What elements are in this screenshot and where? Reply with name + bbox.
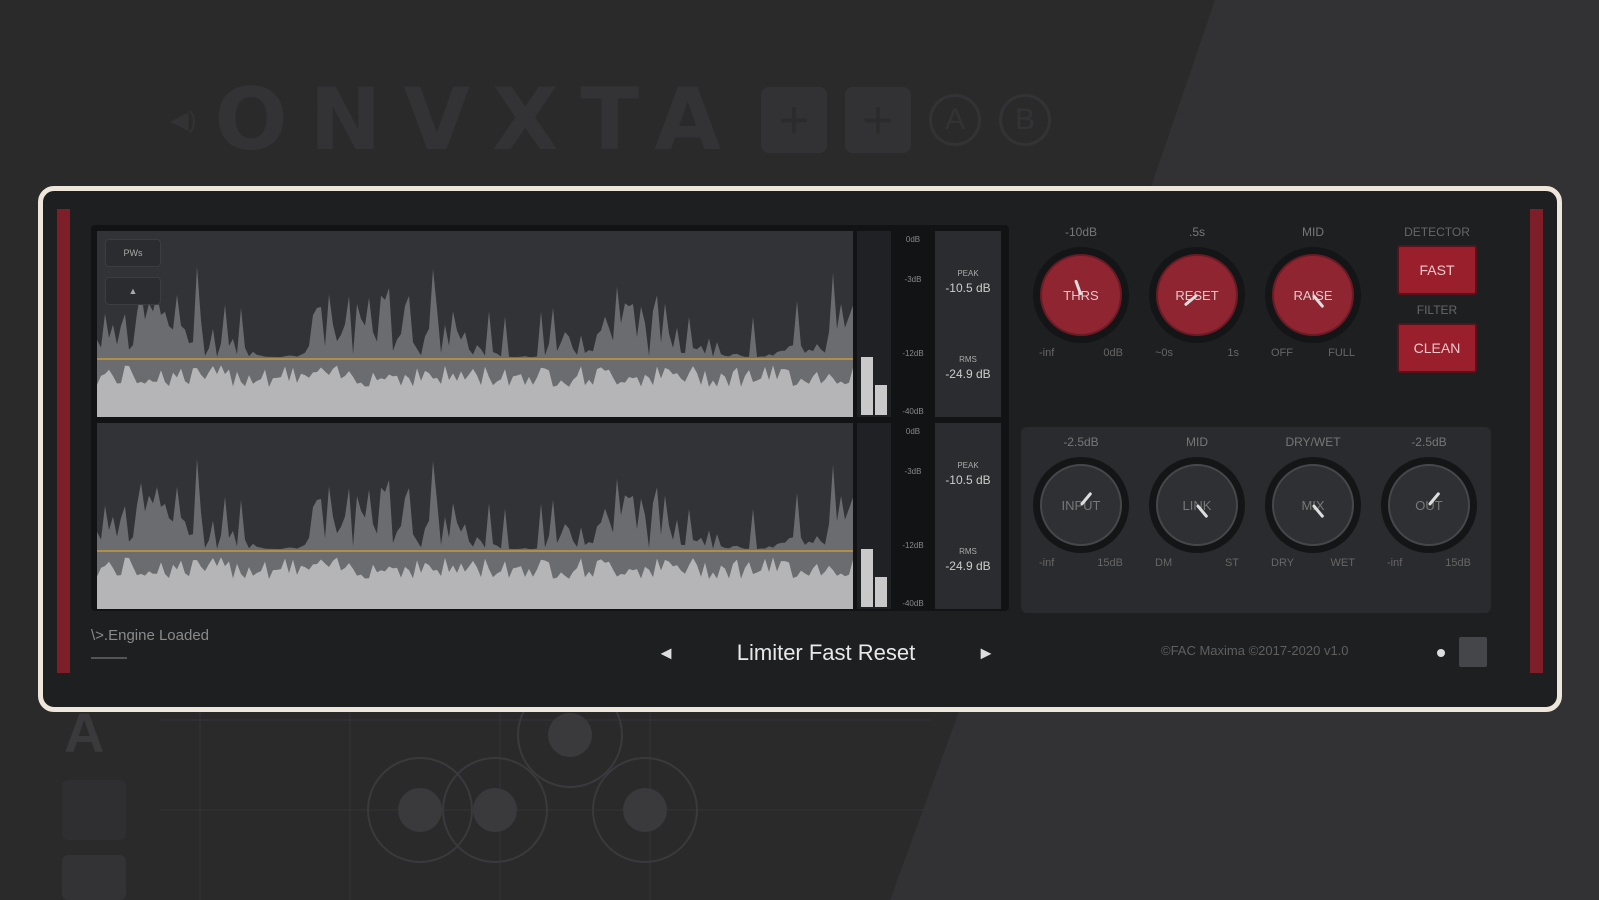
preset-a-circle: A xyxy=(928,94,981,146)
speaker-icon: ◀) xyxy=(170,106,197,134)
status-dot xyxy=(1437,649,1445,657)
mix-knob-group: DRY/WET MIX DRYWET xyxy=(1261,435,1365,569)
waveform-left xyxy=(97,231,853,417)
image-button[interactable]: ▲ xyxy=(105,277,161,305)
link-knob[interactable]: LINK xyxy=(1149,457,1245,553)
raise-knob[interactable]: RAISE xyxy=(1265,247,1361,343)
prev-preset-button[interactable]: ◄ xyxy=(651,643,681,664)
preset-name[interactable]: Limiter Fast Reset xyxy=(737,640,916,666)
channel-left: 0dB -3dB -12dB -40dB PEAK -10.5 dB RMS -24… xyxy=(97,231,1001,417)
reset-knob-group: .5s RESET ~0s1s xyxy=(1145,225,1249,359)
bottom-knob-panel: -2.5dB INPUT -inf15dB MID LINK DMST DRY/… xyxy=(1021,427,1491,613)
waveform-display: 0dB -3dB -12dB -40dB PEAK -10.5 dB RMS -24… xyxy=(91,225,1009,611)
input-knob[interactable]: INPUT xyxy=(1033,457,1129,553)
thrs-knob[interactable]: THRS xyxy=(1033,247,1129,343)
left-rail xyxy=(57,209,70,673)
level-readout: PEAK -10.5 dB RMS -24.9 dB xyxy=(935,423,1001,609)
waveform-right xyxy=(97,423,853,609)
status-underline xyxy=(91,657,127,659)
plus-box: + xyxy=(760,87,827,153)
vu-meter-left xyxy=(857,231,891,417)
version-text: ©FAC Maxima ©2017-2020 v1.0 xyxy=(1161,643,1349,658)
link-knob-group: MID LINK DMST xyxy=(1145,435,1249,569)
detector-group: DETECTOR FAST FILTER CLEAN xyxy=(1391,225,1483,373)
filter-clean-button[interactable]: CLEAN xyxy=(1397,323,1477,373)
detector-fast-button[interactable]: FAST xyxy=(1397,245,1477,295)
next-preset-button[interactable]: ► xyxy=(971,643,1001,664)
right-rail xyxy=(1530,209,1543,673)
thrs-knob-group: -10dB THRS -inf 0dB xyxy=(1029,225,1133,359)
plus-box-2: + xyxy=(844,87,911,153)
raise-knob-group: MID RAISE OFFFULL xyxy=(1261,225,1365,359)
resize-handle[interactable] xyxy=(1459,637,1487,667)
out-knob-group: -2.5dB OUT -inf15dB xyxy=(1377,435,1481,569)
input-knob-group: -2.5dB INPUT -inf15dB xyxy=(1029,435,1133,569)
logo-text: ONVXTA xyxy=(214,70,743,170)
preset-b-circle: B xyxy=(998,94,1051,146)
background-logo: ◀) ONVXTA + + A B xyxy=(170,70,1051,170)
preset-selector: ◄ Limiter Fast Reset ► xyxy=(651,635,1001,671)
plugin-window: 0dB -3dB -12dB -40dB PEAK -10.5 dB RMS -24… xyxy=(38,186,1562,712)
channel-right: 0dB -3dB -12dB -40dB PEAK -10.5 dB RMS -24… xyxy=(97,423,1001,609)
out-knob[interactable]: OUT xyxy=(1381,457,1477,553)
vu-meter-right xyxy=(857,423,891,609)
level-readout: PEAK -10.5 dB RMS -24.9 dB xyxy=(935,231,1001,417)
status-text: \>.Engine Loaded xyxy=(91,627,210,644)
mix-knob[interactable]: MIX xyxy=(1265,457,1361,553)
reset-knob[interactable]: RESET xyxy=(1149,247,1245,343)
level-scale: 0dB -3dB -12dB -40dB xyxy=(902,235,924,416)
level-scale: 0dB -3dB -12dB -40dB xyxy=(902,427,924,608)
footer-bar: \>.Engine Loaded ◄ Limiter Fast Reset ► … xyxy=(91,621,1507,691)
pws-button[interactable]: PWs xyxy=(105,239,161,267)
